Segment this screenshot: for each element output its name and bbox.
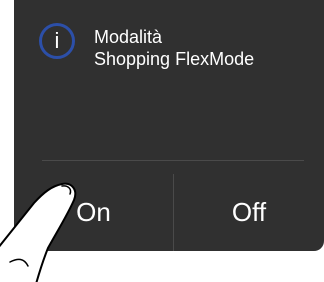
- on-button[interactable]: On: [14, 174, 173, 251]
- off-button[interactable]: Off: [174, 174, 324, 251]
- dialog-title-line1: Modalità: [94, 27, 163, 47]
- dialog-title-line2: Shopping FlexMode: [94, 49, 255, 69]
- on-button-label: On: [76, 197, 111, 227]
- horizontal-divider: [42, 160, 304, 161]
- info-icon: i: [39, 23, 75, 59]
- flexmode-dialog: i Modalità Shopping FlexMode On Off: [14, 0, 324, 251]
- info-icon-glyph: i: [54, 28, 60, 53]
- off-button-label: Off: [231, 197, 267, 227]
- dialog-message: Modalità Shopping FlexMode: [94, 26, 254, 70]
